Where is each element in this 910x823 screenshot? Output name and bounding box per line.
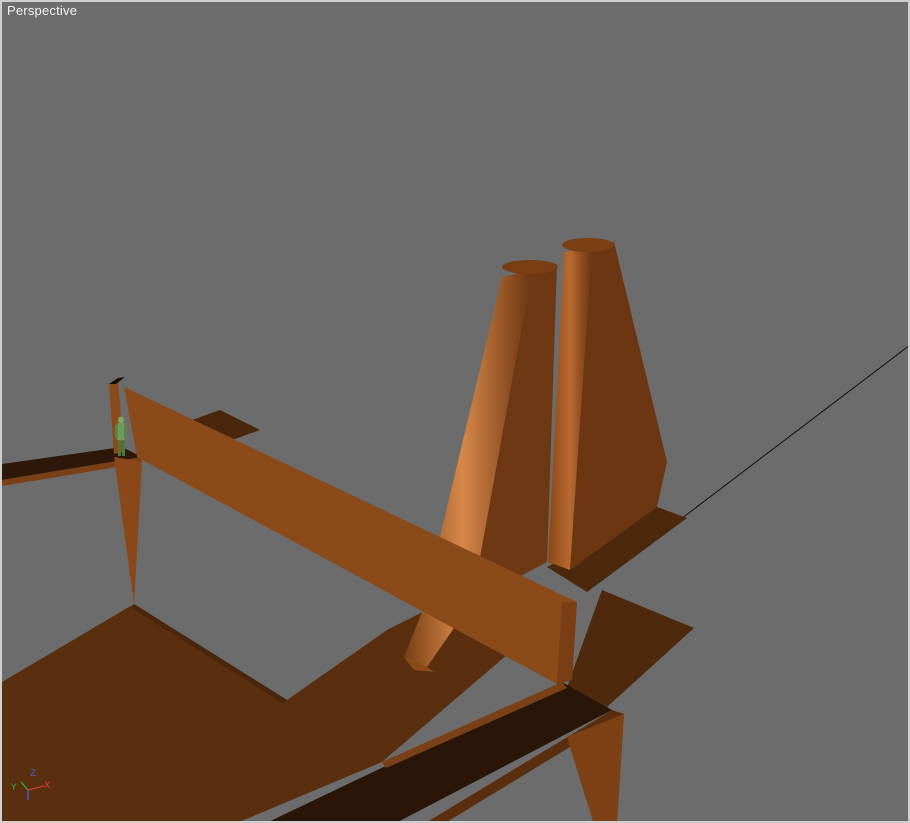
x-axis-line	[27, 785, 45, 791]
viewport-label[interactable]: Perspective	[7, 3, 77, 18]
lower-right-support[interactable]	[567, 714, 624, 823]
y-axis-line	[20, 781, 29, 791]
right-panel[interactable]	[567, 590, 694, 707]
scene-canvas[interactable]	[2, 2, 910, 823]
pillar-right-top	[562, 238, 614, 252]
cylinder-pillar-left-top	[502, 260, 558, 274]
z-axis-label: Z	[30, 769, 36, 779]
guide-line	[676, 345, 908, 523]
left-hanging-support[interactable]	[114, 457, 142, 604]
perspective-viewport[interactable]: Perspective X Y Z	[0, 0, 910, 823]
left-post-top	[109, 377, 125, 384]
axis-tripod-icon: X Y Z	[10, 769, 50, 800]
y-axis-label: Y	[10, 783, 17, 793]
x-axis-label: X	[44, 781, 50, 791]
